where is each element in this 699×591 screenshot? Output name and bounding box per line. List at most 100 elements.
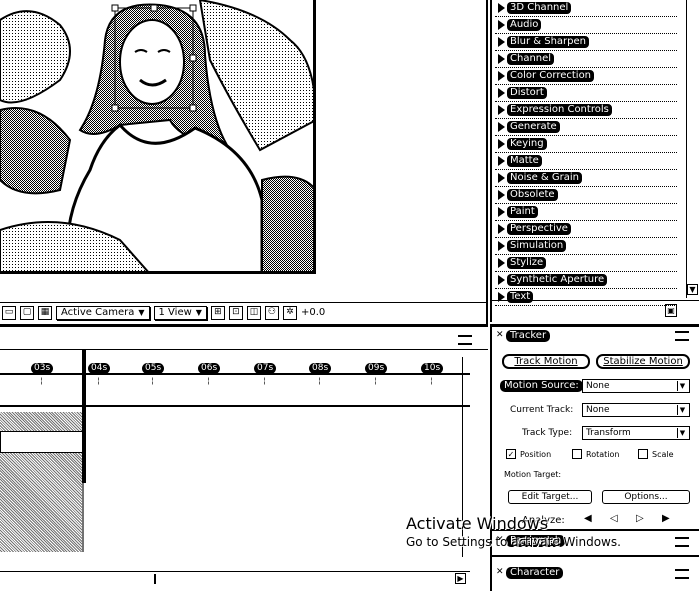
close-icon[interactable]: ✕ <box>496 567 504 577</box>
layer-row[interactable] <box>0 431 84 453</box>
stabilize-motion-button[interactable]: Stabilize Motion <box>596 354 690 369</box>
effect-category-label: Expression Controls <box>507 104 612 116</box>
resolution-icon[interactable]: ▭ <box>2 305 16 320</box>
effect-category-generate[interactable]: Generate <box>495 119 677 136</box>
motion-source-label: Motion Source: <box>500 380 583 392</box>
panel-menu-icon[interactable] <box>675 569 689 579</box>
toggle-pixel-aspect-icon[interactable]: ⊞ <box>210 305 225 320</box>
effects-scrollbar[interactable] <box>686 0 699 298</box>
expand-triangle-icon <box>498 139 505 149</box>
activate-windows-watermark: Activate Windows Go to Settings to activ… <box>406 514 696 549</box>
time-tick-label: 09s <box>365 363 388 374</box>
effect-category-keying[interactable]: Keying <box>495 136 677 153</box>
effect-category-paint[interactable]: Paint <box>495 204 677 221</box>
expand-triangle-icon <box>498 241 505 251</box>
expand-triangle-icon <box>498 54 505 64</box>
edit-target-button[interactable]: Edit Target... <box>508 490 592 504</box>
time-ruler[interactable]: 03s ¦ 04s ¦ 05s ¦ 06s ¦ 07s ¦ 08s ¦ 09s ¦ 10s ¦ <box>0 355 470 419</box>
time-tick: 05s ¦ <box>142 363 165 385</box>
expand-triangle-icon <box>498 207 505 217</box>
expand-triangle-icon <box>498 105 505 115</box>
track-motion-button[interactable]: Track Motion <box>502 354 590 369</box>
motion-source-select[interactable]: None ▼ <box>582 379 690 393</box>
effect-category-perspective[interactable]: Perspective <box>495 221 677 238</box>
effect-category-3d-channel[interactable]: 3D Channel <box>495 0 677 17</box>
effect-category-color-correction[interactable]: Color Correction <box>495 68 677 85</box>
close-icon[interactable]: ✕ <box>496 330 504 340</box>
expand-triangle-icon <box>498 275 505 285</box>
tick-mark: ¦ <box>207 376 210 385</box>
time-tick-label: 06s <box>198 363 221 374</box>
tick-mark: ¦ <box>40 376 43 385</box>
time-tick: 10s ¦ <box>421 363 444 385</box>
tab-tracker[interactable]: Tracker <box>506 330 551 342</box>
chevron-down-icon: ▼ <box>677 428 687 438</box>
watermark-title: Activate Windows <box>406 514 549 533</box>
track-area-divider <box>0 405 470 407</box>
time-tick-label: 07s <box>254 363 277 374</box>
expand-triangle-icon <box>498 20 505 30</box>
view-layout-label: 1 View <box>158 307 192 318</box>
scale-checkbox[interactable] <box>638 449 648 459</box>
effect-category-simulation[interactable]: Simulation <box>495 238 677 255</box>
options-button[interactable]: Options... <box>602 490 690 504</box>
camera-dropdown[interactable]: Active Camera ▼ <box>56 305 150 320</box>
effect-category-expression-controls[interactable]: Expression Controls <box>495 102 677 119</box>
exposure-value[interactable]: +0.0 <box>301 307 325 318</box>
effects-presets-panel: 3D Channel Audio Blur & Sharpen Channel … <box>490 0 699 322</box>
scroll-right-arrow-icon[interactable]: ▶ <box>455 573 466 584</box>
chevron-down-icon: ▼ <box>677 405 687 415</box>
region-of-interest-icon[interactable]: ▢ <box>20 305 34 320</box>
effect-category-distort[interactable]: Distort <box>495 85 677 102</box>
timeline-icon[interactable]: ◫ <box>246 305 261 320</box>
effect-category-label: Generate <box>507 121 560 133</box>
effect-category-channel[interactable]: Channel <box>495 51 677 68</box>
track-type-select[interactable]: Transform ▼ <box>582 426 690 440</box>
panel-menu-icon[interactable] <box>458 335 472 345</box>
motion-source-value: None <box>586 381 610 391</box>
composition-viewer: ▭ ▢ ▦ Active Camera ▼ 1 View ▼ ⊞ ⊡ ◫ ⚇ ✲… <box>0 0 488 324</box>
effect-category-stylize[interactable]: Stylize <box>495 255 677 272</box>
motion-target-label: Motion Target: <box>504 470 562 479</box>
timeline-horizontal-scrollbar[interactable]: ▶ <box>0 571 470 585</box>
scroll-down-arrow-icon[interactable]: ▼ <box>687 284 698 295</box>
expand-triangle-icon <box>498 122 505 132</box>
composition-canvas[interactable] <box>0 0 316 274</box>
effect-category-noise-grain[interactable]: Noise & Grain <box>495 170 677 187</box>
reset-exposure-icon[interactable]: ✲ <box>282 305 297 320</box>
scrollbar-thumb[interactable] <box>154 574 156 584</box>
time-tick: 08s ¦ <box>309 363 332 385</box>
fast-previews-icon[interactable]: ⊡ <box>228 305 243 320</box>
comp-flowchart-icon[interactable]: ⚇ <box>264 305 279 320</box>
chevron-down-icon: ▼ <box>195 308 202 317</box>
effect-category-audio[interactable]: Audio <box>495 17 677 34</box>
transparency-grid-icon[interactable]: ▦ <box>38 305 52 320</box>
tab-character[interactable]: Character <box>506 567 564 579</box>
rotation-checkbox[interactable] <box>572 449 582 459</box>
time-tick: 06s ¦ <box>198 363 221 385</box>
effect-category-label: Matte <box>507 155 542 167</box>
effect-category-blur-sharpen[interactable]: Blur & Sharpen <box>495 34 677 51</box>
camera-dropdown-label: Active Camera <box>61 307 135 318</box>
effect-category-label: Blur & Sharpen <box>507 36 590 48</box>
trash-icon[interactable]: ▣ <box>665 304 677 317</box>
track-type-value: Transform <box>586 428 631 438</box>
tick-mark: ¦ <box>97 376 100 385</box>
panel-menu-icon[interactable] <box>675 331 689 341</box>
rotation-label: Rotation <box>586 450 620 459</box>
time-tick-label: 10s <box>421 363 444 374</box>
tick-mark: ¦ <box>151 376 154 385</box>
current-track-value: None <box>586 405 610 415</box>
position-checkbox[interactable]: ✓ <box>506 449 516 459</box>
current-time-indicator[interactable] <box>82 349 86 483</box>
effect-category-obsolete[interactable]: Obsolete <box>495 187 677 204</box>
effect-category-synthetic-aperture[interactable]: Synthetic Aperture <box>495 272 677 289</box>
effect-category-matte[interactable]: Matte <box>495 153 677 170</box>
chevron-down-icon: ▼ <box>138 308 145 317</box>
expand-triangle-icon <box>498 258 505 268</box>
effect-category-label: Perspective <box>507 223 571 235</box>
effect-category-label: Keying <box>507 138 547 150</box>
view-layout-dropdown[interactable]: 1 View ▼ <box>153 305 207 320</box>
current-track-select[interactable]: None ▼ <box>582 403 690 417</box>
ruler-baseline <box>0 373 470 375</box>
